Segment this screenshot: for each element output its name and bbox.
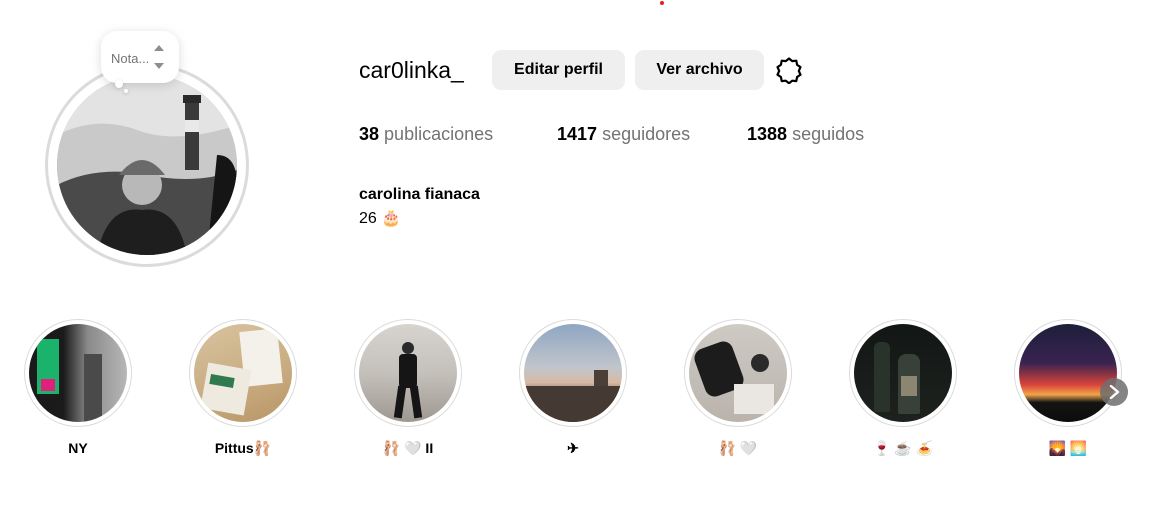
highlight-item[interactable]: 🌄 🌅 [1014, 319, 1122, 456]
stat-following[interactable]: 1388 seguidos [747, 124, 864, 145]
highlight-image [194, 324, 292, 422]
highlight-image [689, 324, 787, 422]
full-name: carolina fianaca [359, 186, 480, 203]
edit-profile-button[interactable]: Editar perfil [492, 50, 625, 90]
highlight-label: ✈ [567, 440, 579, 456]
note-tail-small [124, 89, 128, 93]
highlight-item[interactable]: 🍷 ☕ 🍝 [849, 319, 957, 456]
highlight-item[interactable]: ✈ [519, 319, 627, 456]
highlight-item[interactable]: Pittus🩰 [189, 319, 297, 456]
highlight-cover[interactable] [354, 319, 462, 427]
chevron-right-icon [1109, 385, 1120, 399]
highlight-label: 🩰 🤍 II [382, 440, 434, 456]
note-placeholder: Nota... [111, 51, 150, 66]
posts-count: 38 [359, 124, 380, 144]
highlight-label: Pittus🩰 [214, 440, 272, 456]
highlight-label: 🍷 ☕ 🍝 [872, 440, 934, 456]
highlight-label: 🌄 🌅 [1048, 440, 1088, 456]
highlight-cover[interactable] [24, 319, 132, 427]
username: car0linka_ [359, 57, 464, 83]
followers-count: 1417 [557, 124, 598, 144]
view-archive-button[interactable]: Ver archivo [635, 50, 764, 90]
following-count: 1388 [747, 124, 788, 144]
highlight-image [29, 324, 127, 422]
avatar-photo [57, 75, 237, 255]
highlight-cover[interactable] [519, 319, 627, 427]
bio-text: 26 🎂 [359, 210, 402, 227]
profile-avatar[interactable] [45, 63, 249, 267]
highlight-cover[interactable] [189, 319, 297, 427]
following-label: seguidos [792, 124, 865, 144]
highlight-image [359, 324, 457, 422]
highlight-cover[interactable] [1014, 319, 1122, 427]
highlight-cover[interactable] [684, 319, 792, 427]
stat-posts: 38 publicaciones [359, 124, 493, 145]
highlight-item[interactable]: 🩰 🤍 [684, 319, 792, 456]
highlight-item[interactable]: 🩰 🤍 II [354, 319, 462, 456]
stat-followers[interactable]: 1417 seguidores [557, 124, 690, 145]
highlight-item[interactable]: NY [24, 319, 132, 456]
followers-label: seguidores [602, 124, 691, 144]
highlight-image [1019, 324, 1117, 422]
up-down-arrows-icon [154, 45, 164, 69]
highlight-label: 🩰 🤍 [718, 440, 758, 456]
notification-dot [660, 1, 664, 5]
posts-label: publicaciones [384, 124, 494, 144]
highlight-image [854, 324, 952, 422]
note-bubble[interactable]: Nota... [101, 31, 179, 83]
gear-icon[interactable] [775, 56, 803, 84]
highlights-next-button[interactable] [1100, 378, 1128, 406]
note-tail [115, 80, 123, 88]
highlight-cover[interactable] [849, 319, 957, 427]
highlight-image [524, 324, 622, 422]
highlight-label: NY [68, 440, 88, 456]
